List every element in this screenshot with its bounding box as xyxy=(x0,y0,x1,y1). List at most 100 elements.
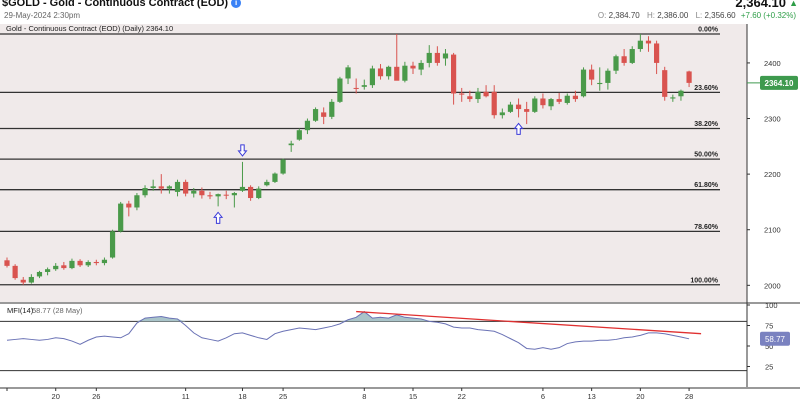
candle-up xyxy=(256,188,262,199)
candle-down xyxy=(223,194,229,196)
fib-level-label: 0.00% xyxy=(698,27,719,34)
candle-up xyxy=(678,90,684,97)
mfi-axis-label: 100 xyxy=(765,301,778,310)
candle-up xyxy=(231,193,237,196)
candle-up xyxy=(386,66,392,77)
x-axis-label: 6 xyxy=(541,392,545,400)
candle-up xyxy=(239,186,246,191)
mfi-plot-background xyxy=(0,305,747,387)
candle-down xyxy=(515,104,522,110)
chart-canvas[interactable]: 2000 2100 2200 2300 2400 20 26 11 18 25 8 15 22 6 13 20… xyxy=(0,0,800,400)
candle-down xyxy=(556,99,562,102)
mfi-axis-label: 25 xyxy=(765,363,773,372)
x-axis-label: 28 xyxy=(685,392,693,400)
candle-down xyxy=(572,95,578,100)
candle-up xyxy=(499,112,505,116)
fib-level-label: 50.00% xyxy=(694,152,719,159)
candle-down xyxy=(686,71,692,83)
candle-down xyxy=(589,69,595,80)
candle-up xyxy=(337,78,343,102)
x-axis-label: 18 xyxy=(238,392,246,400)
x-axis-label: 11 xyxy=(182,392,190,400)
candle-up xyxy=(312,109,319,121)
price-plot-background xyxy=(0,24,747,302)
candle-up xyxy=(272,173,278,182)
candle-up xyxy=(191,190,197,194)
candle-up xyxy=(134,195,140,208)
candle-up xyxy=(402,65,408,81)
mfi-legend-value: 58.77 (28 May) xyxy=(32,306,83,315)
candle-down xyxy=(645,40,652,44)
price-axis-label: 2100 xyxy=(764,226,781,235)
candle-up xyxy=(475,91,481,100)
fib-level-label: 38.20% xyxy=(694,121,719,128)
x-axis-label: 13 xyxy=(587,392,595,400)
candle-down xyxy=(621,56,627,63)
fib-level-label: 23.60% xyxy=(694,85,719,92)
candle-up xyxy=(532,98,538,112)
candle-down xyxy=(248,186,254,199)
candle-up xyxy=(442,53,449,59)
candle-up xyxy=(264,181,270,186)
candle-down xyxy=(483,91,489,97)
candle-down xyxy=(61,265,67,269)
candle-up xyxy=(670,97,676,99)
candle-up xyxy=(564,95,570,103)
candle-up xyxy=(28,276,34,283)
candle-down xyxy=(207,195,213,197)
candle-down xyxy=(93,261,99,264)
x-axis-label: 8 xyxy=(362,392,366,400)
candle-up xyxy=(613,56,619,71)
candle-down xyxy=(451,54,457,94)
mfi-axis-label: 75 xyxy=(765,322,773,331)
candle-down xyxy=(4,260,10,266)
candle-up xyxy=(53,265,59,270)
x-axis-label: 22 xyxy=(458,392,466,400)
candle-down xyxy=(126,203,132,208)
price-axis-label: 2200 xyxy=(764,170,781,179)
price-axis-label: 2400 xyxy=(764,59,781,68)
candle-up xyxy=(174,181,181,192)
fib-level-label: 78.60% xyxy=(694,224,719,231)
candle-up xyxy=(637,40,643,50)
candle-down xyxy=(12,265,18,279)
candle-up xyxy=(580,69,587,97)
candle-up xyxy=(280,159,286,174)
candle-up xyxy=(304,120,311,131)
candle-down xyxy=(654,43,660,63)
candle-up xyxy=(36,271,43,277)
candle-up xyxy=(361,85,367,87)
candle-up xyxy=(118,203,124,232)
candle-up xyxy=(142,188,148,196)
candle-up xyxy=(418,62,424,70)
candle-up xyxy=(109,231,116,258)
x-axis-label: 25 xyxy=(279,392,287,400)
candle-up xyxy=(426,52,432,63)
price-panel-legend: Gold - Continuous Contract (EOD) (Daily)… xyxy=(6,24,173,33)
candle-up xyxy=(166,186,172,189)
candle-down xyxy=(467,96,473,100)
fib-level-label: 100.00% xyxy=(690,277,718,284)
candle-down xyxy=(377,68,384,77)
candle-down xyxy=(77,260,83,266)
candle-down xyxy=(199,190,205,196)
candle-down xyxy=(20,279,26,283)
candle-up xyxy=(507,104,514,112)
x-axis-label: 15 xyxy=(409,392,417,400)
candle-up xyxy=(629,49,635,63)
price-axis-label: 2300 xyxy=(764,115,781,124)
candle-up xyxy=(605,70,611,83)
candle-up xyxy=(597,82,603,85)
price-tag-text: 2364.10 xyxy=(765,79,794,88)
candle-up xyxy=(369,68,375,86)
candle-down xyxy=(662,70,668,97)
fib-level-label: 61.80% xyxy=(694,182,719,189)
mfi-tag-text: 58.77 xyxy=(765,335,786,344)
candle-up xyxy=(215,194,221,197)
candle-up xyxy=(85,261,91,266)
candle-up xyxy=(45,269,51,272)
candle-down xyxy=(158,186,164,189)
candle-up xyxy=(548,99,554,107)
candle-up xyxy=(69,260,75,269)
candle-up xyxy=(288,143,294,146)
